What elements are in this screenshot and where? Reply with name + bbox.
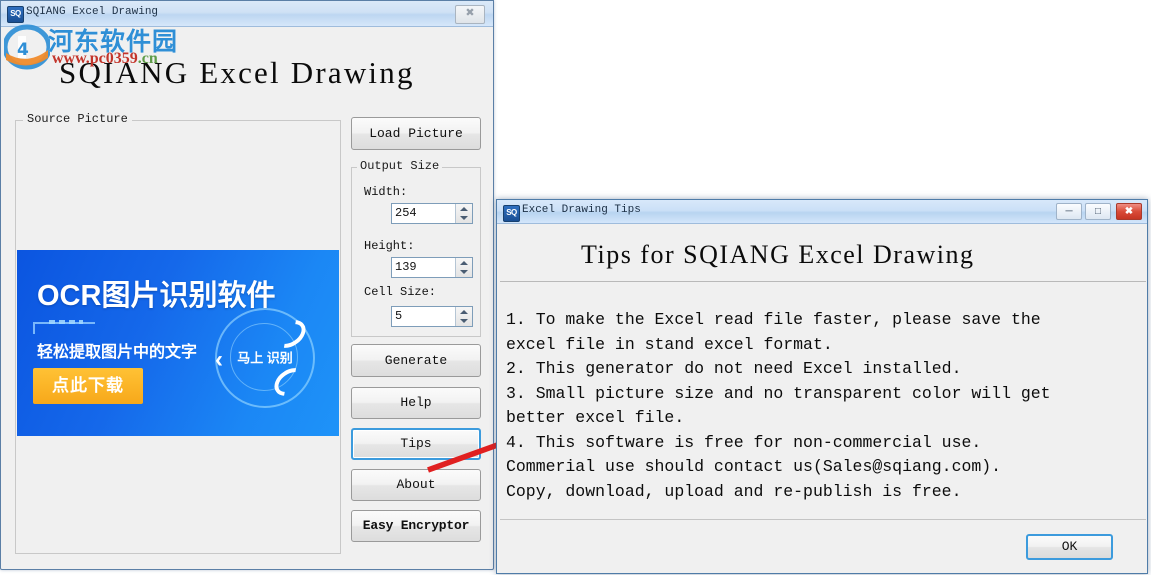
banner-download-button: 点此下载 [33, 368, 143, 404]
banner-headline: OCR图片识别软件 [37, 280, 276, 312]
maximize-icon[interactable]: □ [1085, 203, 1111, 220]
output-size-group-label: Output Size [357, 159, 443, 173]
cell-size-value: 5 [395, 309, 403, 323]
tips-button[interactable]: Tips [351, 428, 481, 460]
banner-subline: 轻松提取图片中的文字 [37, 344, 198, 361]
tips-dialog-separator [500, 281, 1146, 282]
width-spin-down-icon[interactable] [456, 214, 472, 224]
tips-dialog-footer-separator [500, 519, 1146, 520]
tips-dialog-body-text: 1. To make the Excel read file faster, p… [506, 310, 1051, 501]
help-button[interactable]: Help [351, 387, 481, 419]
height-stepper[interactable]: 139 [391, 257, 473, 278]
height-label: Height: [364, 239, 415, 253]
cell-size-stepper[interactable]: 5 [391, 306, 473, 327]
easy-encryptor-button[interactable]: Easy Encryptor [351, 510, 481, 542]
tips-dialog-title: Excel Drawing Tips [522, 204, 641, 216]
source-picture-group-label: Source Picture [23, 112, 132, 126]
banner-circular-badge: ‹ 马上 识别 [215, 308, 315, 408]
banner-decoration-dashes [49, 320, 83, 324]
height-spin-down-icon[interactable] [456, 268, 472, 278]
tips-dialog-heading: Tips for SQIANG Excel Drawing [581, 240, 975, 269]
minimize-icon[interactable]: ─ [1056, 203, 1082, 220]
close-icon[interactable]: ✖ [455, 5, 485, 24]
height-value: 139 [395, 260, 417, 274]
width-spin-buttons[interactable] [455, 204, 472, 223]
sq-app-icon: SQ [7, 6, 24, 23]
about-button[interactable]: About [351, 469, 481, 501]
ok-button[interactable]: OK [1026, 534, 1113, 560]
main-window-title: SQIANG Excel Drawing [26, 6, 159, 18]
tips-dialog-titlebar[interactable]: SQ Excel Drawing Tips ─ □ ✖ [497, 200, 1147, 224]
sq-app-icon: SQ [503, 205, 520, 222]
cell-size-spin-buttons[interactable] [455, 307, 472, 326]
width-spin-up-icon[interactable] [456, 204, 472, 214]
load-picture-button[interactable]: Load Picture [351, 117, 481, 150]
width-stepper[interactable]: 254 [391, 203, 473, 224]
page-title: SQIANG Excel Drawing [59, 55, 415, 90]
cell-size-label: Cell Size: [364, 285, 437, 299]
main-window: SQ SQIANG Excel Drawing ✖ SQIANG Excel D… [0, 0, 494, 570]
width-label: Width: [364, 185, 408, 199]
close-icon[interactable]: ✖ [1116, 203, 1142, 220]
tips-dialog: SQ Excel Drawing Tips ─ □ ✖ Tips for SQI… [496, 199, 1148, 574]
banner-badge-text: 马上 识别 [237, 350, 293, 366]
chevron-left-icon: ‹ [215, 346, 223, 373]
cell-size-spin-down-icon[interactable] [456, 317, 472, 327]
cell-size-spin-up-icon[interactable] [456, 307, 472, 317]
width-value: 254 [395, 206, 417, 220]
height-spin-up-icon[interactable] [456, 258, 472, 268]
source-picture-preview[interactable]: OCR图片识别软件 轻松提取图片中的文字 点此下载 ‹ 马上 识别 [17, 250, 339, 436]
generate-button[interactable]: Generate [351, 344, 481, 377]
height-spin-buttons[interactable] [455, 258, 472, 277]
main-window-titlebar[interactable]: SQ SQIANG Excel Drawing ✖ [1, 1, 493, 27]
